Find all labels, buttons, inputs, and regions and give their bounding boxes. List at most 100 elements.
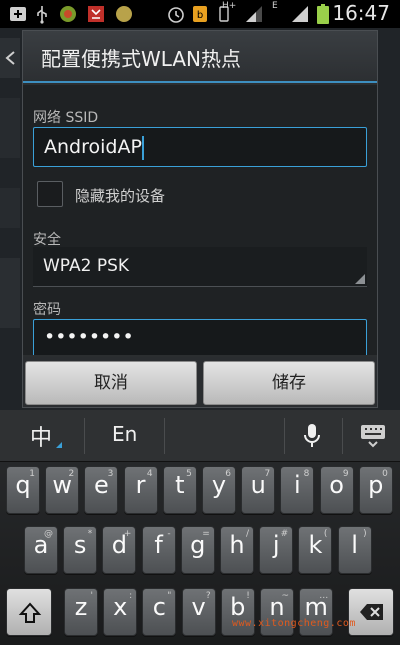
key-q[interactable]: q1 bbox=[6, 466, 40, 514]
battery-icon bbox=[317, 4, 329, 24]
password-value: •••••••• bbox=[44, 326, 134, 348]
key-z[interactable]: z ' bbox=[64, 588, 98, 636]
key-h[interactable]: h / bbox=[220, 526, 254, 574]
toolbar-divider bbox=[84, 418, 85, 454]
dialog-body: 网络 SSID AndroidAP 隐藏我的设备 安全 WPA2 PSK 密码 … bbox=[23, 85, 377, 355]
key-secondary-label: - bbox=[167, 529, 171, 539]
key-g[interactable]: g = bbox=[180, 526, 215, 574]
ssid-input[interactable]: AndroidAP bbox=[33, 127, 367, 167]
english-mode-label: En bbox=[112, 422, 138, 446]
backspace-icon bbox=[360, 604, 383, 620]
key-l[interactable]: l) bbox=[337, 526, 372, 574]
signal-letter: E bbox=[272, 1, 278, 11]
key-secondary-label: ' bbox=[90, 591, 93, 601]
key-e[interactable]: e3 bbox=[84, 466, 119, 514]
security-select[interactable]: WPA2 PSK bbox=[33, 247, 367, 287]
mode-indicator-icon bbox=[56, 442, 62, 448]
key-secondary-label: @ bbox=[44, 529, 53, 539]
password-input[interactable]: •••••••• bbox=[33, 319, 367, 355]
key-j[interactable]: j # bbox=[259, 526, 294, 574]
key-f[interactable]: f- bbox=[141, 526, 176, 574]
key-secondary-label: ? bbox=[205, 591, 211, 601]
key-r[interactable]: r4 bbox=[123, 466, 158, 514]
app-notification-icon bbox=[60, 6, 76, 22]
dialog-title-bar: 配置便携式WLAN热点 bbox=[23, 31, 377, 83]
key-o[interactable]: o9 bbox=[319, 466, 354, 514]
cancel-button[interactable]: 取消 bbox=[25, 361, 197, 405]
ssid-label: 网络 SSID bbox=[33, 110, 99, 126]
save-button[interactable]: 储存 bbox=[203, 361, 375, 405]
soft-keyboard: 中 En q1w2e3r4t5y6u7i8o9p0 a @ s * d + f - g = h / j #… bbox=[0, 410, 400, 645]
key-x[interactable]: x: bbox=[103, 588, 138, 636]
key-d[interactable]: d + bbox=[102, 526, 137, 574]
wlan-hotspot-dialog: 配置便携式WLAN热点 网络 SSID AndroidAP 隐藏我的设备 安全 … bbox=[22, 30, 378, 408]
key-secondary-label: * bbox=[87, 529, 93, 539]
background-list-item bbox=[0, 258, 20, 328]
toolbar-divider bbox=[284, 418, 285, 454]
svg-text:b: b bbox=[197, 10, 203, 21]
text-cursor bbox=[142, 136, 144, 160]
key-w[interactable]: w2 bbox=[45, 466, 80, 514]
key-v[interactable]: v? bbox=[181, 588, 216, 636]
dialog-title: 配置便携式WLAN热点 bbox=[41, 47, 242, 71]
notification-icon: b bbox=[193, 6, 207, 22]
key-secondary-label: / bbox=[245, 529, 249, 539]
key-secondary-label: = bbox=[202, 529, 210, 539]
key-y[interactable]: y6 bbox=[202, 466, 236, 514]
key-secondary-label: + bbox=[123, 529, 132, 539]
security-label: 安全 bbox=[33, 232, 61, 248]
key-i[interactable]: i8 bbox=[280, 466, 315, 514]
key-s[interactable]: s * bbox=[63, 526, 98, 574]
key-secondary-label: … bbox=[319, 591, 329, 601]
key-secondary-label: 3 bbox=[107, 469, 114, 479]
key-secondary-label: 7 bbox=[264, 469, 271, 479]
hide-device-checkbox[interactable] bbox=[37, 181, 63, 207]
key-secondary-label: 0 bbox=[382, 469, 388, 479]
back-arrow-icon bbox=[5, 51, 15, 65]
status-time: 16:47 bbox=[332, 1, 390, 25]
password-label: 密码 bbox=[33, 302, 61, 318]
keyboard-toolbar: 中 En bbox=[0, 410, 400, 462]
shift-arrow-icon bbox=[18, 602, 42, 623]
ssid-value: AndroidAP bbox=[44, 136, 142, 158]
key-secondary-label: : bbox=[129, 591, 133, 601]
key-secondary-label: 6 bbox=[225, 469, 231, 479]
toolbar-divider bbox=[164, 418, 165, 454]
key-secondary-label: ! bbox=[246, 591, 250, 601]
keyboard-hide-icon[interactable] bbox=[360, 424, 386, 448]
key-a[interactable]: a @ bbox=[24, 526, 58, 574]
signal-icon bbox=[246, 6, 262, 22]
dialog-button-bar: 取消 储存 bbox=[23, 357, 377, 407]
key-secondary-label: # bbox=[280, 529, 289, 539]
key-secondary-label: 4 bbox=[146, 469, 153, 479]
network-type: H+ bbox=[222, 1, 237, 11]
key-k[interactable]: k( bbox=[298, 526, 333, 574]
background-list-item bbox=[0, 188, 20, 228]
app-notification-icon bbox=[88, 6, 104, 22]
key-u[interactable]: u7 bbox=[241, 466, 276, 514]
back-arrow-area bbox=[0, 38, 20, 78]
key-secondary-label: ( bbox=[323, 529, 328, 539]
key-secondary-label: " bbox=[167, 591, 172, 601]
security-value: WPA2 PSK bbox=[43, 256, 130, 276]
key-t[interactable]: t5 bbox=[162, 466, 197, 514]
key-secondary-label: 5 bbox=[186, 469, 192, 479]
watermark: www.xitongcheng.com bbox=[232, 618, 356, 629]
dropdown-corner-icon bbox=[355, 274, 365, 284]
key-secondary-label: ) bbox=[363, 529, 367, 539]
key-c[interactable]: c " bbox=[142, 588, 177, 636]
shift-key[interactable] bbox=[6, 588, 52, 636]
app-notification-icon bbox=[116, 6, 132, 22]
key-secondary-label: ~ bbox=[281, 591, 289, 601]
english-input-toggle[interactable]: En bbox=[86, 410, 164, 462]
microphone-icon[interactable] bbox=[300, 422, 324, 450]
background-list-item bbox=[0, 98, 20, 158]
toolbar-divider bbox=[342, 418, 343, 454]
usb-debug-icon bbox=[10, 7, 26, 21]
key-p[interactable]: p0 bbox=[358, 466, 393, 514]
chinese-input-toggle[interactable]: 中 bbox=[0, 410, 84, 462]
usb-icon bbox=[37, 6, 47, 24]
status-bar: b H+ E 16:47 bbox=[0, 0, 400, 28]
key-secondary-label: 1 bbox=[29, 469, 35, 479]
chinese-mode-label: 中 bbox=[30, 426, 53, 451]
